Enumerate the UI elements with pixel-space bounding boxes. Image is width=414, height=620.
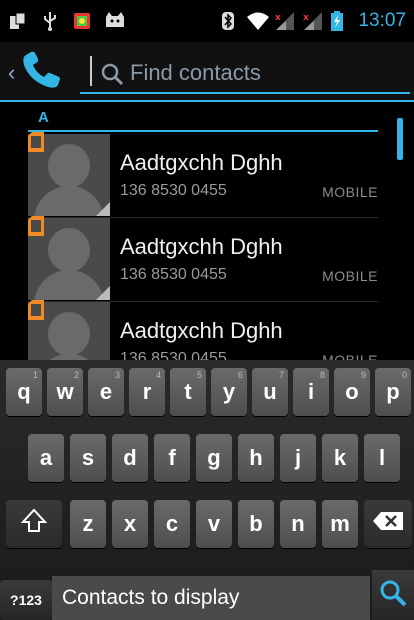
key-a[interactable]: a	[28, 434, 64, 482]
key-h[interactable]: h	[238, 434, 274, 482]
key-g[interactable]: g	[196, 434, 232, 482]
soft-keyboard: 1q 2w 3e 4r 5t 6y 7u 8i 9o 0p a s d f g …	[0, 360, 414, 588]
contact-row[interactable]: Aadtgxchh Dghh 136 8530 0455 MOBILE	[26, 132, 378, 218]
contact-type: MOBILE	[322, 268, 378, 284]
status-time: 13:07	[358, 10, 406, 31]
key-c[interactable]: c	[154, 500, 190, 548]
sim-card-icon	[26, 132, 46, 152]
action-bar: ‹	[0, 42, 414, 102]
key-r[interactable]: 4r	[129, 368, 165, 416]
svg-text:x: x	[303, 13, 309, 23]
status-bar: x x 13:07	[0, 0, 414, 42]
key-f[interactable]: f	[154, 434, 190, 482]
key-z[interactable]: z	[70, 500, 106, 548]
sim-card-icon	[26, 300, 46, 320]
suggestion-contacts-to-display[interactable]: Contacts to display	[52, 576, 370, 620]
text-cursor	[90, 56, 92, 86]
search-icon	[100, 62, 124, 86]
key-k[interactable]: k	[322, 434, 358, 482]
key-n[interactable]: n	[280, 500, 316, 548]
contact-row[interactable]: Aadtgxchh Dghh 136 8530 0455 MOBILE	[26, 216, 378, 302]
usb-icon	[40, 11, 60, 31]
wifi-icon	[246, 11, 270, 31]
cat-app-icon	[104, 11, 124, 31]
search-go-key[interactable]	[372, 570, 414, 620]
shift-icon	[20, 507, 48, 541]
key-w[interactable]: 2w	[47, 368, 83, 416]
key-m[interactable]: m	[322, 500, 358, 548]
section-header: A	[28, 106, 378, 132]
key-v[interactable]: v	[196, 500, 232, 548]
shift-key[interactable]	[6, 500, 62, 548]
contact-number: 136 8530 0455	[120, 266, 227, 283]
svg-text:x: x	[275, 13, 281, 23]
signal-sim1-icon: x	[274, 11, 295, 31]
signal-sim2-icon: x	[302, 11, 323, 31]
key-y[interactable]: 6y	[211, 368, 247, 416]
section-letter: A	[38, 109, 49, 126]
key-s[interactable]: s	[70, 434, 106, 482]
key-q[interactable]: 1q	[6, 368, 42, 416]
search-field[interactable]	[80, 54, 410, 94]
contact-name: Aadtgxchh Dghh	[120, 150, 283, 175]
key-p[interactable]: 0p	[375, 368, 411, 416]
bluetooth-icon	[218, 11, 238, 31]
list-scrollbar[interactable]	[397, 118, 403, 160]
sim-card-icon	[26, 216, 46, 236]
gallery-app-icon	[72, 11, 92, 31]
key-l[interactable]: l	[364, 434, 400, 482]
contact-number: 136 8530 0455	[120, 182, 227, 199]
key-u[interactable]: 7u	[252, 368, 288, 416]
key-o[interactable]: 9o	[334, 368, 370, 416]
keyboard-bottom-bar: ?123 Contacts to display	[0, 570, 414, 620]
key-i[interactable]: 8i	[293, 368, 329, 416]
backspace-key[interactable]	[364, 500, 412, 548]
key-t[interactable]: 5t	[170, 368, 206, 416]
up-caret-icon[interactable]: ‹	[8, 60, 15, 86]
contact-name: Aadtgxchh Dghh	[120, 318, 283, 343]
symbols-key[interactable]: ?123	[0, 580, 52, 620]
key-j[interactable]: j	[280, 434, 316, 482]
key-e[interactable]: 3e	[88, 368, 124, 416]
key-d[interactable]: d	[112, 434, 148, 482]
screenshot-notification-icon	[8, 11, 28, 31]
contact-type: MOBILE	[322, 184, 378, 200]
battery-charging-icon	[330, 11, 350, 31]
search-icon	[379, 579, 407, 612]
contact-list[interactable]: A Aadtgxchh Dghh 136 8530 0455 MOBILE Aa…	[0, 104, 414, 366]
contact-name: Aadtgxchh Dghh	[120, 234, 283, 259]
key-b[interactable]: b	[238, 500, 274, 548]
backspace-icon	[372, 511, 404, 537]
phone-app-icon[interactable]	[20, 51, 66, 91]
contact-row[interactable]: Aadtgxchh Dghh 136 8530 0455 MOBILE	[26, 300, 378, 366]
search-input[interactable]	[130, 57, 400, 89]
key-x[interactable]: x	[112, 500, 148, 548]
